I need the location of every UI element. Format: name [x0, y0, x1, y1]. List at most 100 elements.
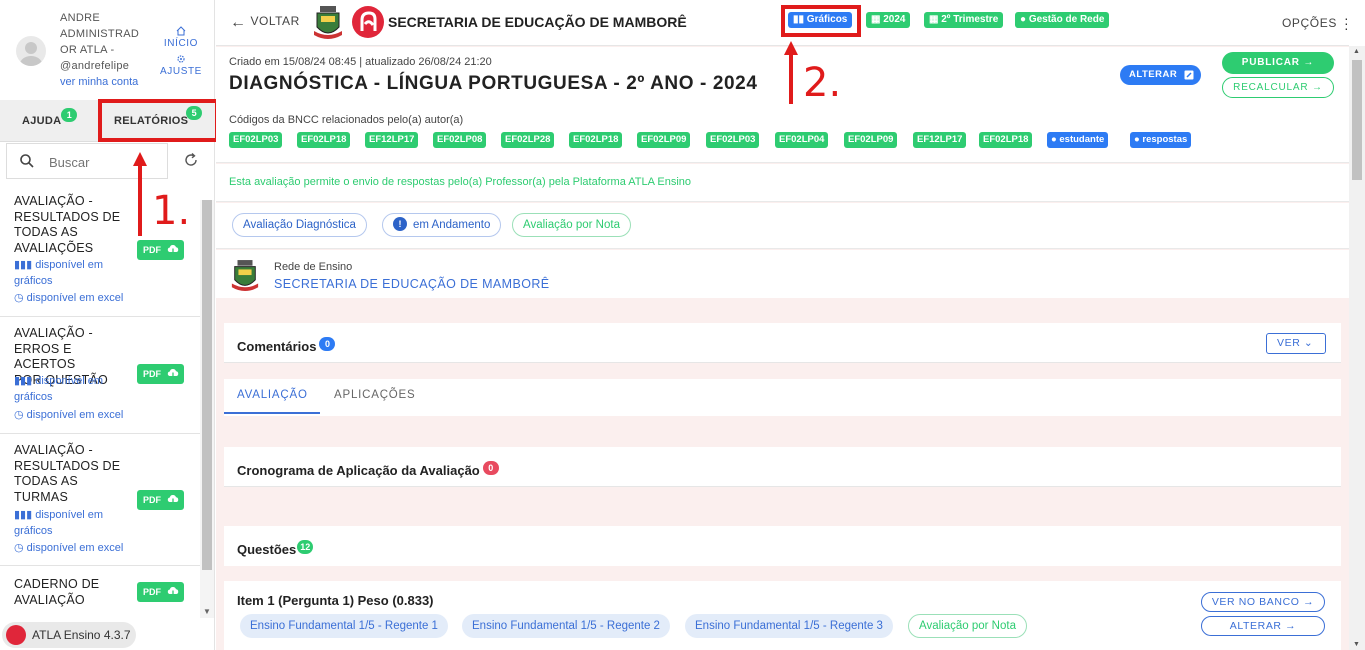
report-title-line: AVALIAÇÕES: [14, 240, 94, 255]
pdf-download-button[interactable]: PDF: [137, 240, 184, 260]
list-item[interactable]: AVALIAÇÃO - ERROS E ACERTOS POR QUESTÃO …: [0, 317, 200, 434]
refresh-icon[interactable]: [182, 151, 200, 169]
ver-button[interactable]: VER ⌄: [1266, 333, 1326, 354]
pdf-download-button[interactable]: PDF: [137, 582, 184, 602]
bncc-code[interactable]: EF02LP04: [775, 132, 829, 148]
settings-label: AJUSTE: [160, 66, 202, 77]
charts-availability: ▮▮▮ disponível em gráficos: [14, 507, 134, 539]
report-title-line: RESULTADOS DE: [14, 458, 121, 473]
app-root: ANDRE ADMINISTRAD OR ATLA - @andrefelipe…: [0, 0, 1365, 650]
scrollbar-thumb[interactable]: [202, 200, 212, 570]
bncc-code[interactable]: EF02LP09: [637, 132, 691, 148]
created-updated-text: Criado em 15/08/24 08:45 | atualizado 26…: [229, 56, 492, 68]
charts-availability: ▮▮▮ disponível em gráficos: [14, 257, 134, 289]
report-title: AVALIAÇÃO - RESULTADOS DE TODAS AS AVALI…: [14, 194, 134, 256]
sidebar-scrollbar[interactable]: ▼: [200, 200, 214, 618]
tab-ajuda[interactable]: AJUDA 1: [22, 100, 78, 142]
scroll-up-arrow-icon[interactable]: ▲: [1353, 48, 1360, 55]
calendar-icon: ▦: [871, 14, 884, 25]
avatar: [16, 36, 46, 66]
bncc-code[interactable]: EF12LP17: [913, 132, 967, 148]
chip-trimestre[interactable]: ▦ 2º Trimestre: [924, 12, 1004, 28]
topbar-edge: [1349, 0, 1365, 46]
gear-icon: [156, 54, 206, 66]
back-label: VOLTAR: [250, 14, 300, 28]
annotation-arrow-up-icon: [133, 152, 147, 236]
chip-label: Gestão de Rede: [1028, 14, 1105, 25]
bncc-code[interactable]: EF02LP03: [229, 132, 283, 148]
main-scrollbar[interactable]: ▲ ▼: [1349, 46, 1365, 650]
bncc-code[interactable]: EF02LP18: [569, 132, 623, 148]
version-text: ATLA Ensino 4.3.7: [32, 628, 131, 642]
report-title-line: RESULTADOS DE: [14, 209, 121, 224]
scroll-down-arrow-icon[interactable]: ▼: [1353, 641, 1360, 648]
recalcular-button[interactable]: RECALCULAR →: [1222, 77, 1334, 98]
search-icon: [20, 154, 34, 168]
home-icon: [156, 26, 206, 38]
home-label: INÍCIO: [163, 38, 199, 49]
tab-aplicacoes[interactable]: APLICAÇÕES: [334, 389, 416, 401]
item-pill: Ensino Fundamental 1/5 - Regente 1: [240, 614, 448, 638]
list-item[interactable]: CADERNO DE AVALIAÇÃO PDF: [0, 566, 200, 618]
arrow-right-icon: →: [1303, 57, 1315, 68]
bncc-code[interactable]: EF02LP18: [297, 132, 351, 148]
chip-gestao-rede[interactable]: ● Gestão de Rede: [1015, 12, 1110, 28]
arrow-right-icon: →: [1303, 596, 1315, 608]
chevron-down-icon: ⌄: [1303, 337, 1314, 349]
pdf-download-button[interactable]: PDF: [137, 490, 184, 510]
chip-year[interactable]: ▦ 2024: [866, 12, 911, 28]
report-title-line: TURMAS: [14, 489, 68, 504]
home-link[interactable]: INÍCIO: [156, 26, 206, 49]
report-title-line: AVALIAÇÃO -: [14, 443, 93, 457]
item-pill-nota: Avaliação por Nota: [908, 614, 1027, 638]
arrow-right-icon: →: [1285, 620, 1297, 632]
tab-avaliacao-label: AVALIAÇÃO: [237, 389, 308, 401]
pill-tipo[interactable]: Avaliação Diagnóstica: [232, 213, 367, 237]
alterar-button[interactable]: ALTERAR: [1120, 65, 1202, 85]
item-alterar-button[interactable]: ALTERAR →: [1201, 616, 1325, 636]
info-line: Esta avaliação permite o envio de respos…: [216, 164, 1349, 202]
user-name-line: @andrefelipe: [60, 60, 130, 72]
questoes-section: Questões 12: [224, 526, 1341, 566]
tag-estudante[interactable]: ● estudante: [1047, 132, 1109, 148]
pdf-label: PDF: [143, 587, 161, 597]
ver-no-banco-button[interactable]: VER NO BANCO →: [1201, 592, 1325, 612]
ver-label: VER: [1277, 337, 1301, 349]
comentarios-title: Comentários 0: [237, 337, 336, 354]
pill-status[interactable]: ! em Andamento: [382, 213, 502, 237]
pill-nota[interactable]: Avaliação por Nota: [512, 213, 631, 237]
bncc-code[interactable]: EF02LP03: [706, 132, 760, 148]
publicar-button[interactable]: PUBLICAR →: [1222, 52, 1334, 74]
excel-availability: ◷ disponível em excel: [14, 290, 134, 306]
recalcular-label: RECALCULAR: [1233, 82, 1309, 93]
rede-name[interactable]: SECRETARIA DE EDUCAÇÃO DE MAMBORÊ: [274, 277, 550, 291]
kebab-menu-icon[interactable]: · · ·: [1344, 11, 1349, 35]
excel-availability: ◷ disponível em excel: [14, 407, 134, 423]
bncc-code[interactable]: EF02LP09: [844, 132, 898, 148]
pdf-download-button[interactable]: PDF: [137, 364, 184, 384]
tab-avaliacao[interactable]: AVALIAÇÃO: [224, 379, 320, 416]
bncc-code[interactable]: EF02LP18: [979, 132, 1033, 148]
scroll-down-arrow-icon[interactable]: ▼: [203, 607, 211, 616]
tab-ajuda-label: AJUDA: [22, 115, 62, 127]
clock-icon: ◷: [14, 409, 27, 421]
annotation-step-1: 1.: [152, 188, 191, 234]
scrollbar-thumb[interactable]: [1352, 60, 1362, 180]
tag-respostas[interactable]: ● respostas: [1130, 132, 1192, 148]
chip-label: 2024: [883, 14, 906, 25]
report-list: AVALIAÇÃO - RESULTADOS DE TODAS AS AVALI…: [0, 186, 200, 618]
back-button[interactable]: ← VOLTAR: [230, 14, 300, 32]
tag-label: respostas: [1142, 134, 1188, 145]
options-menu[interactable]: OPÇÕES: [1282, 16, 1337, 30]
questoes-title-text: Questões: [237, 542, 297, 557]
pdf-label: PDF: [143, 495, 161, 505]
settings-link[interactable]: AJUSTE: [156, 54, 206, 77]
status-pills: Avaliação Diagnóstica ! em Andamento Aval…: [216, 203, 1349, 249]
list-item[interactable]: AVALIAÇÃO - RESULTADOS DE TODAS AS TURMA…: [0, 434, 200, 566]
bncc-code[interactable]: EF12LP17: [365, 132, 419, 148]
account-link[interactable]: ver minha conta: [60, 76, 138, 88]
bncc-code[interactable]: EF02LP28: [501, 132, 555, 148]
charts-availability: ▮▮▮ disponível em gráficos: [14, 373, 134, 405]
tag-label: estudante: [1059, 134, 1105, 145]
bncc-code[interactable]: EF02LP08: [433, 132, 487, 148]
